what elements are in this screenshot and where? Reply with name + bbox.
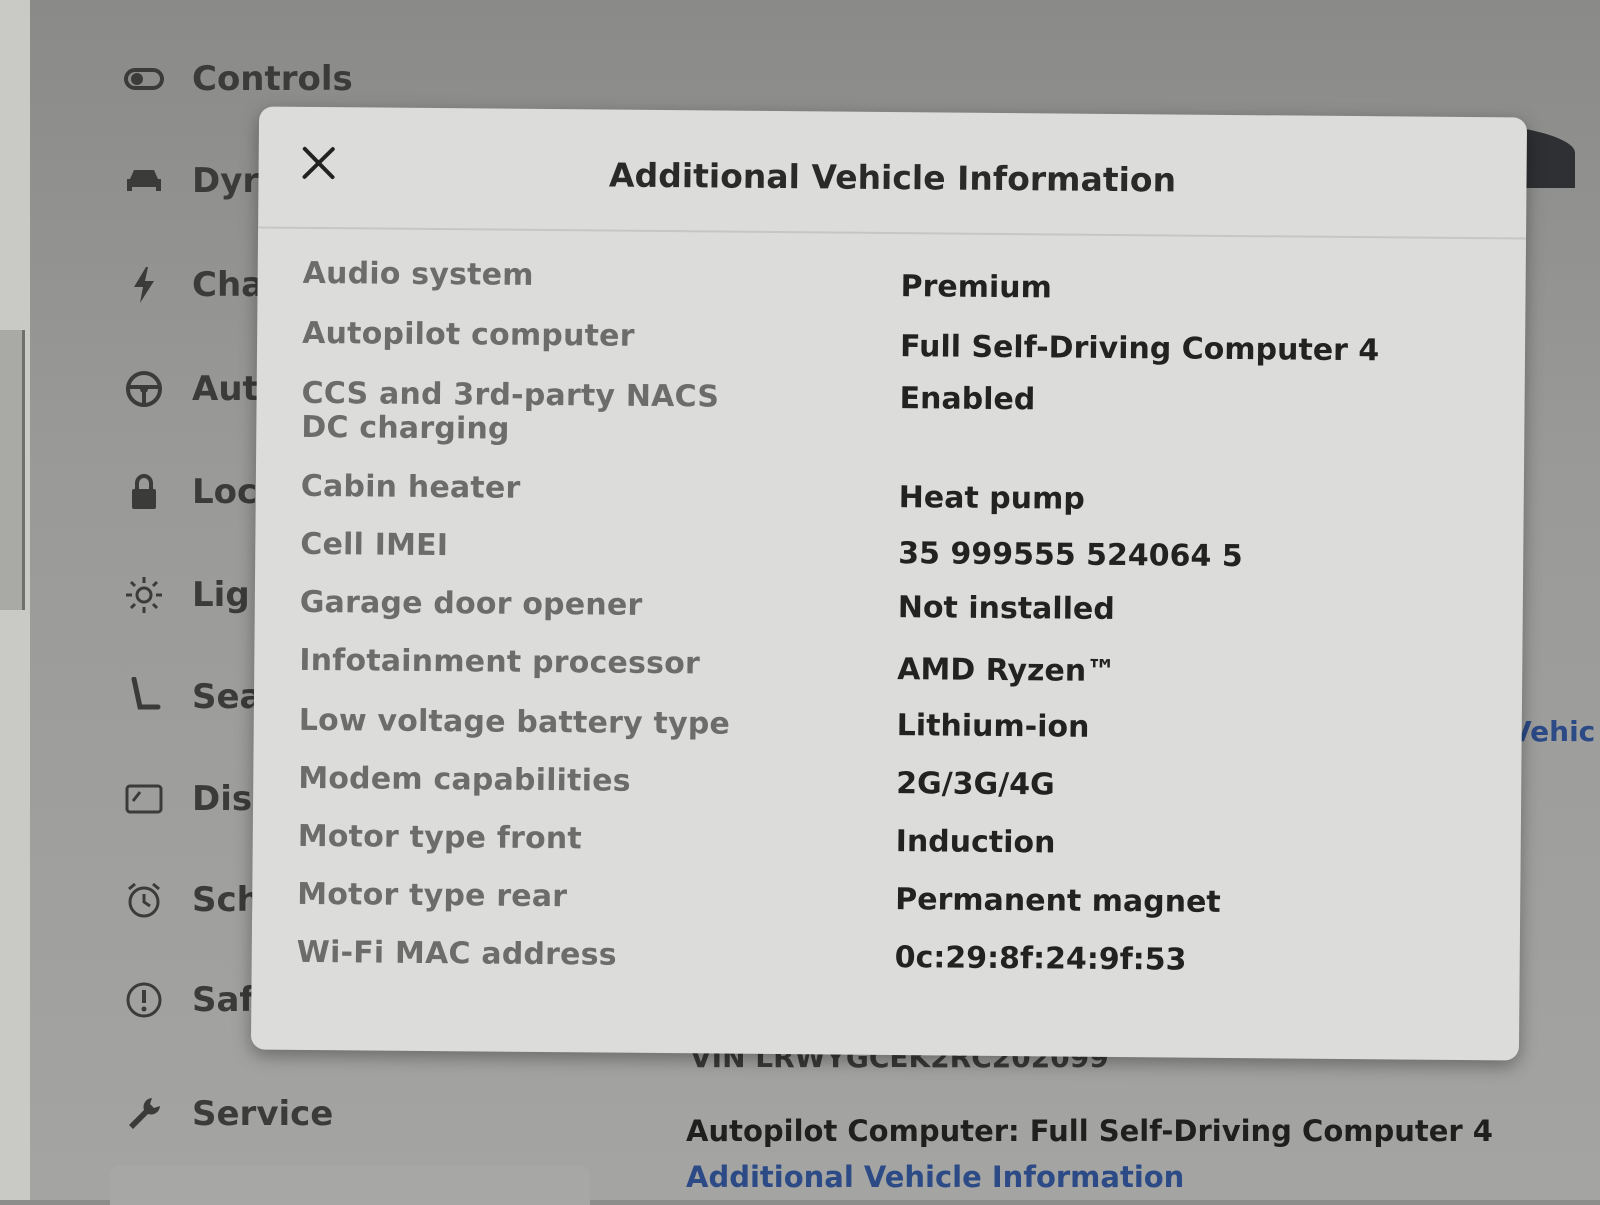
sidebar-item-charging[interactable]: Cha	[120, 261, 264, 309]
info-key: Cell IMEI	[300, 526, 449, 564]
autopilot-computer-label: Autopilot Computer: Full Self-Driving Co…	[686, 1114, 1493, 1148]
sidebar-item-label: Cha	[192, 265, 265, 305]
wrench-icon	[120, 1090, 168, 1138]
info-key: Garage door opener	[299, 584, 643, 623]
sidebar-item-dynamics[interactable]: Dyr	[120, 157, 259, 205]
sidebar-item-label: Loc	[192, 472, 258, 512]
bolt-icon	[120, 261, 168, 309]
info-row: CCS and 3rd-party NACS DC charging Enabl…	[301, 375, 1482, 480]
sidebar-item-service[interactable]: Service	[120, 1090, 333, 1138]
toggle-icon	[120, 55, 168, 103]
sidebar-item-label: Sea	[192, 677, 263, 717]
sidebar-item-label: Lig	[192, 575, 250, 615]
modal-header: Additional Vehicle Information	[258, 106, 1528, 240]
info-key: Motor type front	[297, 818, 583, 857]
sidebar-item-label: Aut	[192, 369, 259, 409]
lock-icon	[120, 468, 168, 516]
sidebar-item-controls[interactable]: Controls	[120, 55, 353, 103]
sidebar-item-bottom[interactable]	[110, 1165, 590, 1205]
car-icon	[120, 157, 168, 205]
sidebar-item-seat[interactable]: Sea	[120, 673, 263, 721]
info-value: 35 999555 524064 5	[898, 536, 1243, 575]
info-key: Wi-Fi MAC address	[296, 934, 617, 973]
alert-icon	[120, 976, 168, 1024]
info-value: Lithium-ion	[896, 708, 1090, 745]
info-value: 0c:29:8f:24:9f:53	[894, 940, 1187, 978]
info-value: Not installed	[897, 590, 1115, 627]
left-edge-bar	[0, 330, 25, 610]
info-value: Full Self-Driving Computer 4	[899, 329, 1380, 369]
additional-info-modal: Additional Vehicle Information Audio sys…	[250, 106, 1528, 1061]
alarm-clock-icon	[120, 876, 168, 924]
info-key: Cabin heater	[300, 468, 521, 506]
info-value: AMD Ryzen™	[897, 652, 1117, 689]
modal-title: Additional Vehicle Information	[608, 155, 1177, 200]
sun-icon	[120, 571, 168, 619]
info-table: Audio system Premium Autopilot computer …	[296, 255, 1482, 1004]
steering-wheel-icon	[120, 365, 168, 413]
info-key: Low voltage battery type	[298, 702, 731, 742]
sidebar-item-label: Saf	[192, 980, 255, 1020]
info-key: Autopilot computer	[302, 315, 635, 354]
info-key: Infotainment processor	[299, 642, 701, 682]
additional-info-link[interactable]: Additional Vehicle Information	[686, 1160, 1184, 1194]
info-value: Enabled	[899, 381, 1036, 418]
info-value: Induction	[895, 824, 1056, 861]
sidebar-item-display[interactable]: Dis	[120, 775, 252, 823]
info-key: CCS and 3rd-party NACS DC charging	[301, 375, 720, 447]
info-value: Permanent magnet	[895, 882, 1221, 920]
info-row: Wi-Fi MAC address 0c:29:8f:24:9f:53	[296, 934, 1476, 1004]
sidebar-item-label: Controls	[192, 59, 353, 99]
info-value: Premium	[900, 269, 1053, 306]
seat-icon	[120, 673, 168, 721]
info-key: Audio system	[302, 255, 534, 293]
sidebar-item-lights[interactable]: Lig	[120, 571, 250, 619]
info-value: Heat pump	[898, 480, 1085, 517]
sidebar-item-label: Dyr	[192, 161, 260, 201]
info-value: 2G/3G/4G	[896, 766, 1055, 803]
vehicle-link-partial[interactable]: Vehic	[1510, 715, 1595, 748]
sidebar-item-locks[interactable]: Loc	[120, 468, 257, 516]
sidebar-item-schedule[interactable]: Sch	[120, 876, 261, 924]
sidebar-item-label: Service	[192, 1094, 334, 1134]
info-key: Modem capabilities	[298, 760, 631, 799]
display-icon	[120, 775, 168, 823]
sidebar-item-label: Sch	[192, 880, 261, 920]
left-edge-strip	[0, 0, 30, 1200]
sidebar-item-autopilot[interactable]: Aut	[120, 365, 259, 413]
info-key: Motor type rear	[297, 876, 568, 915]
sidebar-item-safety[interactable]: Saf	[120, 976, 254, 1024]
sidebar-item-label: Dis	[192, 779, 253, 819]
info-row: Cabin heater Heat pump	[300, 468, 1480, 538]
